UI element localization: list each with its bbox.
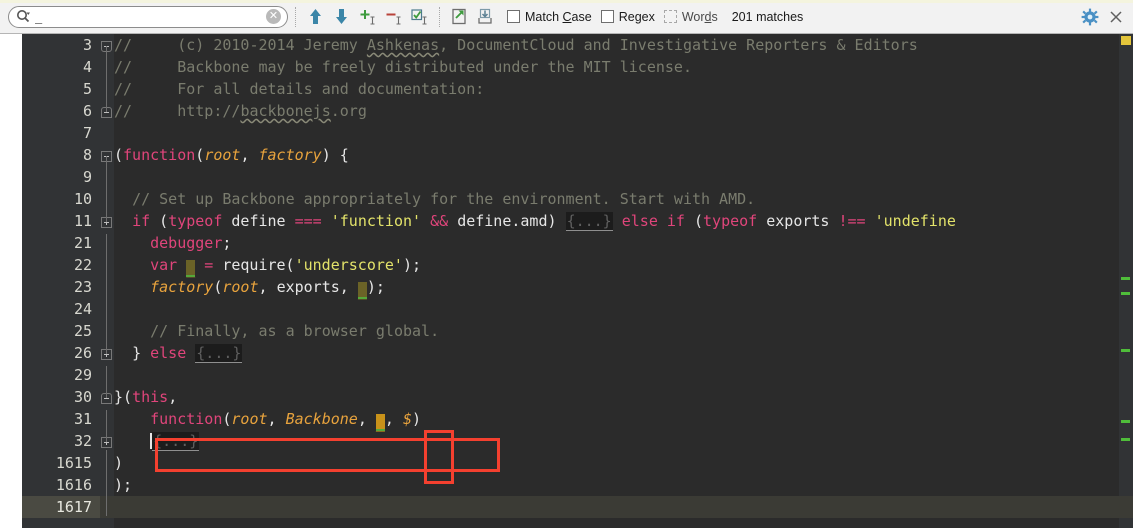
scrollbar-match-marker[interactable]	[1121, 349, 1130, 352]
fold-connector-line	[106, 234, 107, 354]
fold-connector-line	[106, 366, 107, 398]
match-count-status: 201 matches	[731, 9, 804, 24]
line-number: 10	[73, 190, 92, 208]
toolbar-separator	[295, 6, 297, 27]
line-number: 1617	[55, 498, 92, 516]
code-line[interactable]: {...}	[114, 432, 200, 451]
line-number: 21	[73, 234, 92, 252]
current-line-highlight	[22, 496, 1133, 518]
line-number: 9	[82, 168, 92, 186]
code-line[interactable]: // Finally, as a browser global.	[114, 322, 439, 340]
line-number: 26	[73, 344, 92, 362]
words-checkbox-box[interactable]	[663, 10, 677, 23]
scrollbar-match-marker[interactable]	[1121, 277, 1130, 280]
regex-checkbox[interactable]: Regex	[600, 9, 655, 24]
clear-icon[interactable]: ✕	[266, 9, 281, 24]
line-number: 32	[73, 432, 92, 450]
line-number: 7	[82, 124, 92, 142]
code-line[interactable]: // http://backbonejs.org	[114, 102, 367, 120]
add-selection-button[interactable]	[354, 4, 380, 30]
search-match-highlight: _	[186, 260, 196, 278]
fold-connector-line	[106, 450, 107, 516]
line-number: 8	[82, 146, 92, 164]
find-previous-button[interactable]	[302, 4, 328, 30]
fold-connector-line	[106, 156, 107, 222]
line-number: 22	[73, 256, 92, 274]
code-line[interactable]: // Backbone may be freely distributed un…	[114, 58, 692, 76]
line-number: 1616	[55, 476, 92, 494]
scrollbar-match-marker[interactable]	[1121, 292, 1130, 295]
search-input[interactable]	[33, 7, 266, 26]
code-line[interactable]: (function(root, factory) {	[114, 146, 349, 164]
open-in-editor-button[interactable]	[446, 4, 472, 30]
code-editor[interactable]: 3 4 5 6 7 8 9 10 11 21 22 23 24 25 26 29 30 31 32 1615 1616 1…	[0, 34, 1133, 528]
scrollbar-warning-marker[interactable]	[1121, 36, 1131, 45]
line-number: 31	[73, 410, 92, 428]
line-number: 5	[82, 80, 92, 98]
toolbar-accent-strip	[0, 0, 1133, 3]
match-case-checkbox-box[interactable]	[507, 10, 520, 23]
code-line[interactable]: } else {...}	[114, 344, 243, 363]
line-number: 25	[73, 322, 92, 340]
line-number: 1615	[55, 454, 92, 472]
regex-checkbox-box[interactable]	[600, 10, 614, 23]
scrollbar-match-marker[interactable]	[1121, 438, 1130, 441]
code-line[interactable]: if (typeof define === 'function' && defi…	[114, 212, 956, 231]
toolbar-separator-2	[439, 6, 441, 27]
find-in-path-button[interactable]	[472, 4, 498, 30]
line-number: 23	[73, 278, 92, 296]
code-line[interactable]: debugger;	[114, 234, 231, 252]
select-all-button[interactable]	[406, 4, 432, 30]
code-line[interactable]: function(root, Backbone, _, $)	[114, 410, 421, 432]
words-label: Words	[681, 9, 718, 24]
line-number: 29	[73, 366, 92, 384]
line-number: 4	[82, 58, 92, 76]
line-number: 6	[82, 102, 92, 120]
code-line[interactable]: var _ = require('underscore');	[114, 256, 421, 278]
code-line[interactable]: // (c) 2010-2014 Jeremy Ashkenas, Docume…	[114, 36, 918, 54]
find-toolbar: ✕	[0, 0, 1133, 34]
code-line[interactable]: )	[114, 454, 123, 472]
search-match-highlight: _	[357, 282, 367, 300]
scrollbar-match-marker[interactable]	[1121, 420, 1130, 423]
match-case-label: Match Case	[525, 9, 592, 24]
match-case-checkbox[interactable]: Match Case	[507, 10, 592, 24]
toolbar-right-group	[1077, 4, 1129, 30]
line-number: 30	[73, 388, 92, 406]
line-number: 11	[73, 212, 92, 230]
fold-connector-line	[106, 410, 107, 442]
remove-selection-button[interactable]	[380, 4, 406, 30]
regex-label: Regex	[618, 9, 655, 24]
code-line[interactable]: );	[114, 476, 132, 494]
settings-button[interactable]	[1077, 4, 1103, 30]
search-icon[interactable]	[16, 9, 31, 24]
collapsed-fold[interactable]: {...}	[565, 212, 613, 231]
scrollbar-marker-track[interactable]	[1119, 34, 1133, 528]
collapsed-fold[interactable]: {...}	[195, 344, 243, 363]
search-field-container[interactable]: ✕	[8, 5, 288, 28]
code-line[interactable]: factory(root, exports, _);	[114, 278, 385, 300]
words-checkbox[interactable]: Words	[663, 9, 718, 24]
line-number: 3	[82, 36, 92, 54]
editor-left-margin	[0, 34, 22, 528]
line-number: 24	[73, 300, 92, 318]
code-line[interactable]: // For all details and documentation:	[114, 80, 484, 98]
find-next-button[interactable]	[328, 4, 354, 30]
close-button[interactable]	[1103, 4, 1129, 30]
fold-connector-line	[106, 46, 107, 112]
collapsed-fold[interactable]: {...}	[152, 432, 200, 451]
code-line[interactable]: }(this,	[114, 388, 177, 406]
code-line[interactable]: // Set up Backbone appropriately for the…	[114, 190, 755, 208]
search-match-highlight: _	[375, 414, 385, 432]
